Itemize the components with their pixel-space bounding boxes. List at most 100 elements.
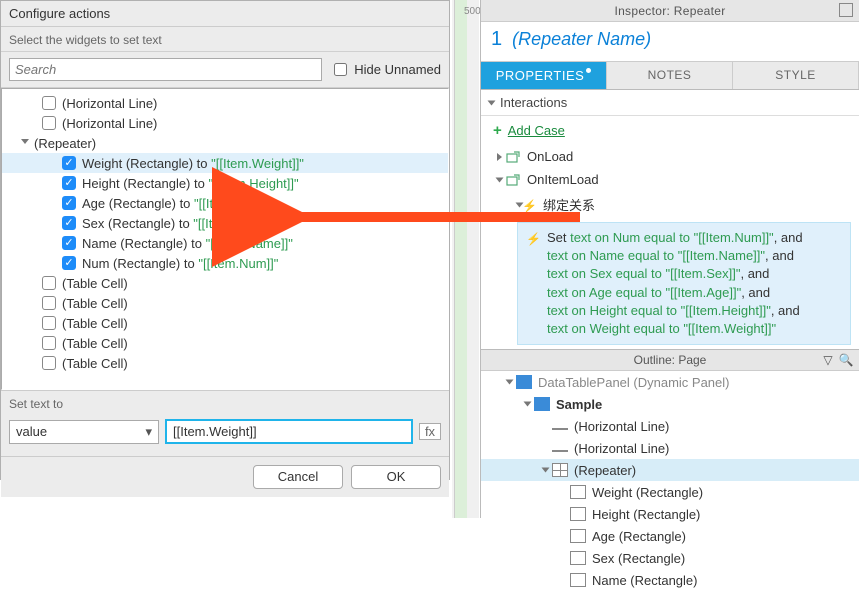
search-icon[interactable]: 🔍 xyxy=(839,353,853,367)
filter-icon[interactable]: ▽ xyxy=(821,353,835,367)
tree-row[interactable]: (Horizontal Line) xyxy=(2,93,448,113)
tree-row[interactable]: (Table Cell) xyxy=(2,353,448,373)
ruler-gutter: 500 xyxy=(452,0,480,518)
checkbox[interactable] xyxy=(42,116,56,130)
outline-row[interactable]: Height (Rectangle) xyxy=(481,503,859,525)
checkbox[interactable] xyxy=(42,276,56,290)
chevron-icon[interactable] xyxy=(524,402,532,407)
tab-style[interactable]: STYLE xyxy=(733,62,859,89)
event-onload-label: OnLoad xyxy=(527,149,573,164)
selection-header: 1 (Repeater Name) xyxy=(481,22,859,62)
outline-row[interactable]: DataTablePanel (Dynamic Panel) xyxy=(481,371,859,393)
tree-row[interactable]: Height (Rectangle) to "[[Item.Height]]" xyxy=(2,173,448,193)
tab-notes[interactable]: NOTES xyxy=(607,62,733,89)
inspector-title-bar: Inspector: Repeater xyxy=(481,0,859,22)
event-onload[interactable]: OnLoad xyxy=(481,145,859,168)
outline-item-label: Name (Rectangle) xyxy=(592,573,698,588)
checkbox[interactable] xyxy=(62,216,76,230)
line-icon xyxy=(552,428,568,430)
outline-row[interactable]: Name (Rectangle) xyxy=(481,569,859,591)
chevron-icon[interactable] xyxy=(542,468,550,473)
checkbox[interactable] xyxy=(42,96,56,110)
tree-row[interactable]: (Table Cell) xyxy=(2,333,448,353)
tree-row[interactable]: Sex (Rectangle) to "[[Item.Sex]]" xyxy=(2,213,448,233)
add-case-label: Add Case xyxy=(508,123,565,138)
add-case-button[interactable]: + Add Case xyxy=(481,116,859,145)
tree-row[interactable]: (Table Cell) xyxy=(2,273,448,293)
chevron-down-icon xyxy=(488,100,496,105)
outline-item-label: DataTablePanel (Dynamic Panel) xyxy=(538,375,729,390)
folder-icon xyxy=(534,397,550,411)
tree-item-label: (Repeater) xyxy=(34,136,96,151)
fx-button[interactable]: fx xyxy=(419,423,441,440)
tree-item-label: Sex (Rectangle) to "[[Item.Sex]]" xyxy=(82,216,268,231)
tree-row[interactable]: Name (Rectangle) to "[[Item.Name]]" xyxy=(2,233,448,253)
outline-item-label: Sample xyxy=(556,397,602,412)
interactions-section-header[interactable]: Interactions xyxy=(481,90,859,116)
case-row[interactable]: 绑定关系 xyxy=(481,191,859,218)
dialog-subtitle: Select the widgets to set text xyxy=(1,27,449,52)
tree-row[interactable]: (Horizontal Line) xyxy=(2,113,448,133)
tree-row[interactable]: Age (Rectangle) to "[[Item.Age]]" xyxy=(2,193,448,213)
selection-name[interactable]: (Repeater Name) xyxy=(512,29,651,50)
chevron-right-icon xyxy=(497,153,502,161)
selection-count: 1 xyxy=(491,28,502,51)
event-onitemload-label: OnItemLoad xyxy=(527,172,599,187)
value-input-wrapper: [[Item.Weight]] xyxy=(165,419,413,444)
set-text-to-label: Set text to xyxy=(1,390,449,415)
search-input[interactable] xyxy=(9,58,322,81)
value-input[interactable]: [[Item.Weight]] xyxy=(165,419,413,444)
checkbox[interactable] xyxy=(62,156,76,170)
action-set-text[interactable]: Set text on Num equal to "[[Item.Num]]",… xyxy=(517,222,851,345)
hide-unnamed-option[interactable]: Hide Unnamed xyxy=(330,60,441,79)
outline-row[interactable]: Weight (Rectangle) xyxy=(481,481,859,503)
tree-item-label: (Table Cell) xyxy=(62,296,128,311)
outline-row[interactable]: Age (Rectangle) xyxy=(481,525,859,547)
event-onitemload[interactable]: OnItemLoad xyxy=(481,168,859,191)
outline-row[interactable]: Sex (Rectangle) xyxy=(481,547,859,569)
search-row: Hide Unnamed xyxy=(1,52,449,88)
checkbox[interactable] xyxy=(62,196,76,210)
set-text-type-dropdown[interactable]: value ▾ xyxy=(9,420,159,444)
set-text-controls: value ▾ [[Item.Weight]] fx xyxy=(1,415,449,456)
configure-actions-dialog: Configure actions Select the widgets to … xyxy=(0,0,450,480)
case-name: 绑定关系 xyxy=(543,195,595,214)
tree-item-label: Num (Rectangle) to "[[Item.Num]]" xyxy=(82,256,278,271)
tree-row[interactable]: (Table Cell) xyxy=(2,293,448,313)
checkbox[interactable] xyxy=(42,296,56,310)
checkbox[interactable] xyxy=(42,316,56,330)
outline-row[interactable]: (Horizontal Line) xyxy=(481,415,859,437)
tree-item-label: Age (Rectangle) to "[[Item.Age]]" xyxy=(82,196,270,211)
outline-row[interactable]: (Repeater) xyxy=(481,459,859,481)
outline-item-label: Height (Rectangle) xyxy=(592,507,700,522)
event-icon xyxy=(506,173,521,187)
checkbox[interactable] xyxy=(42,336,56,350)
tree-row[interactable]: (Table Cell) xyxy=(2,313,448,333)
outline-item-label: (Horizontal Line) xyxy=(574,441,669,456)
widget-tree[interactable]: (Horizontal Line)(Horizontal Line) (Repea… xyxy=(1,88,449,390)
popout-icon[interactable] xyxy=(839,3,853,17)
chevron-icon[interactable] xyxy=(506,380,514,385)
checkbox[interactable] xyxy=(62,236,76,250)
tree-row[interactable]: Num (Rectangle) to "[[Item.Num]]" xyxy=(2,253,448,273)
tree-row[interactable]: Weight (Rectangle) to "[[Item.Weight]]" xyxy=(2,153,448,173)
checkbox[interactable] xyxy=(62,256,76,270)
outline-row[interactable]: (Horizontal Line) xyxy=(481,437,859,459)
checkbox[interactable] xyxy=(42,356,56,370)
rect-icon xyxy=(570,529,586,543)
outline-tree[interactable]: DataTablePanel (Dynamic Panel) Sample (Hor… xyxy=(481,371,859,591)
rect-icon xyxy=(570,551,586,565)
cancel-button[interactable]: Cancel xyxy=(253,465,343,489)
outline-item-label: (Horizontal Line) xyxy=(574,419,669,434)
chevron-icon[interactable] xyxy=(20,137,32,149)
ok-button[interactable]: OK xyxy=(351,465,441,489)
outline-title: Outline: Page xyxy=(634,353,707,367)
dialog-title: Configure actions xyxy=(1,1,449,27)
inspector-title: Inspector: Repeater xyxy=(614,4,725,18)
tree-row[interactable]: (Repeater) xyxy=(2,133,448,153)
plus-icon: + xyxy=(493,122,502,139)
outline-row[interactable]: Sample xyxy=(481,393,859,415)
tab-properties[interactable]: PROPERTIES xyxy=(481,62,607,89)
hide-unnamed-checkbox[interactable] xyxy=(334,63,347,76)
checkbox[interactable] xyxy=(62,176,76,190)
